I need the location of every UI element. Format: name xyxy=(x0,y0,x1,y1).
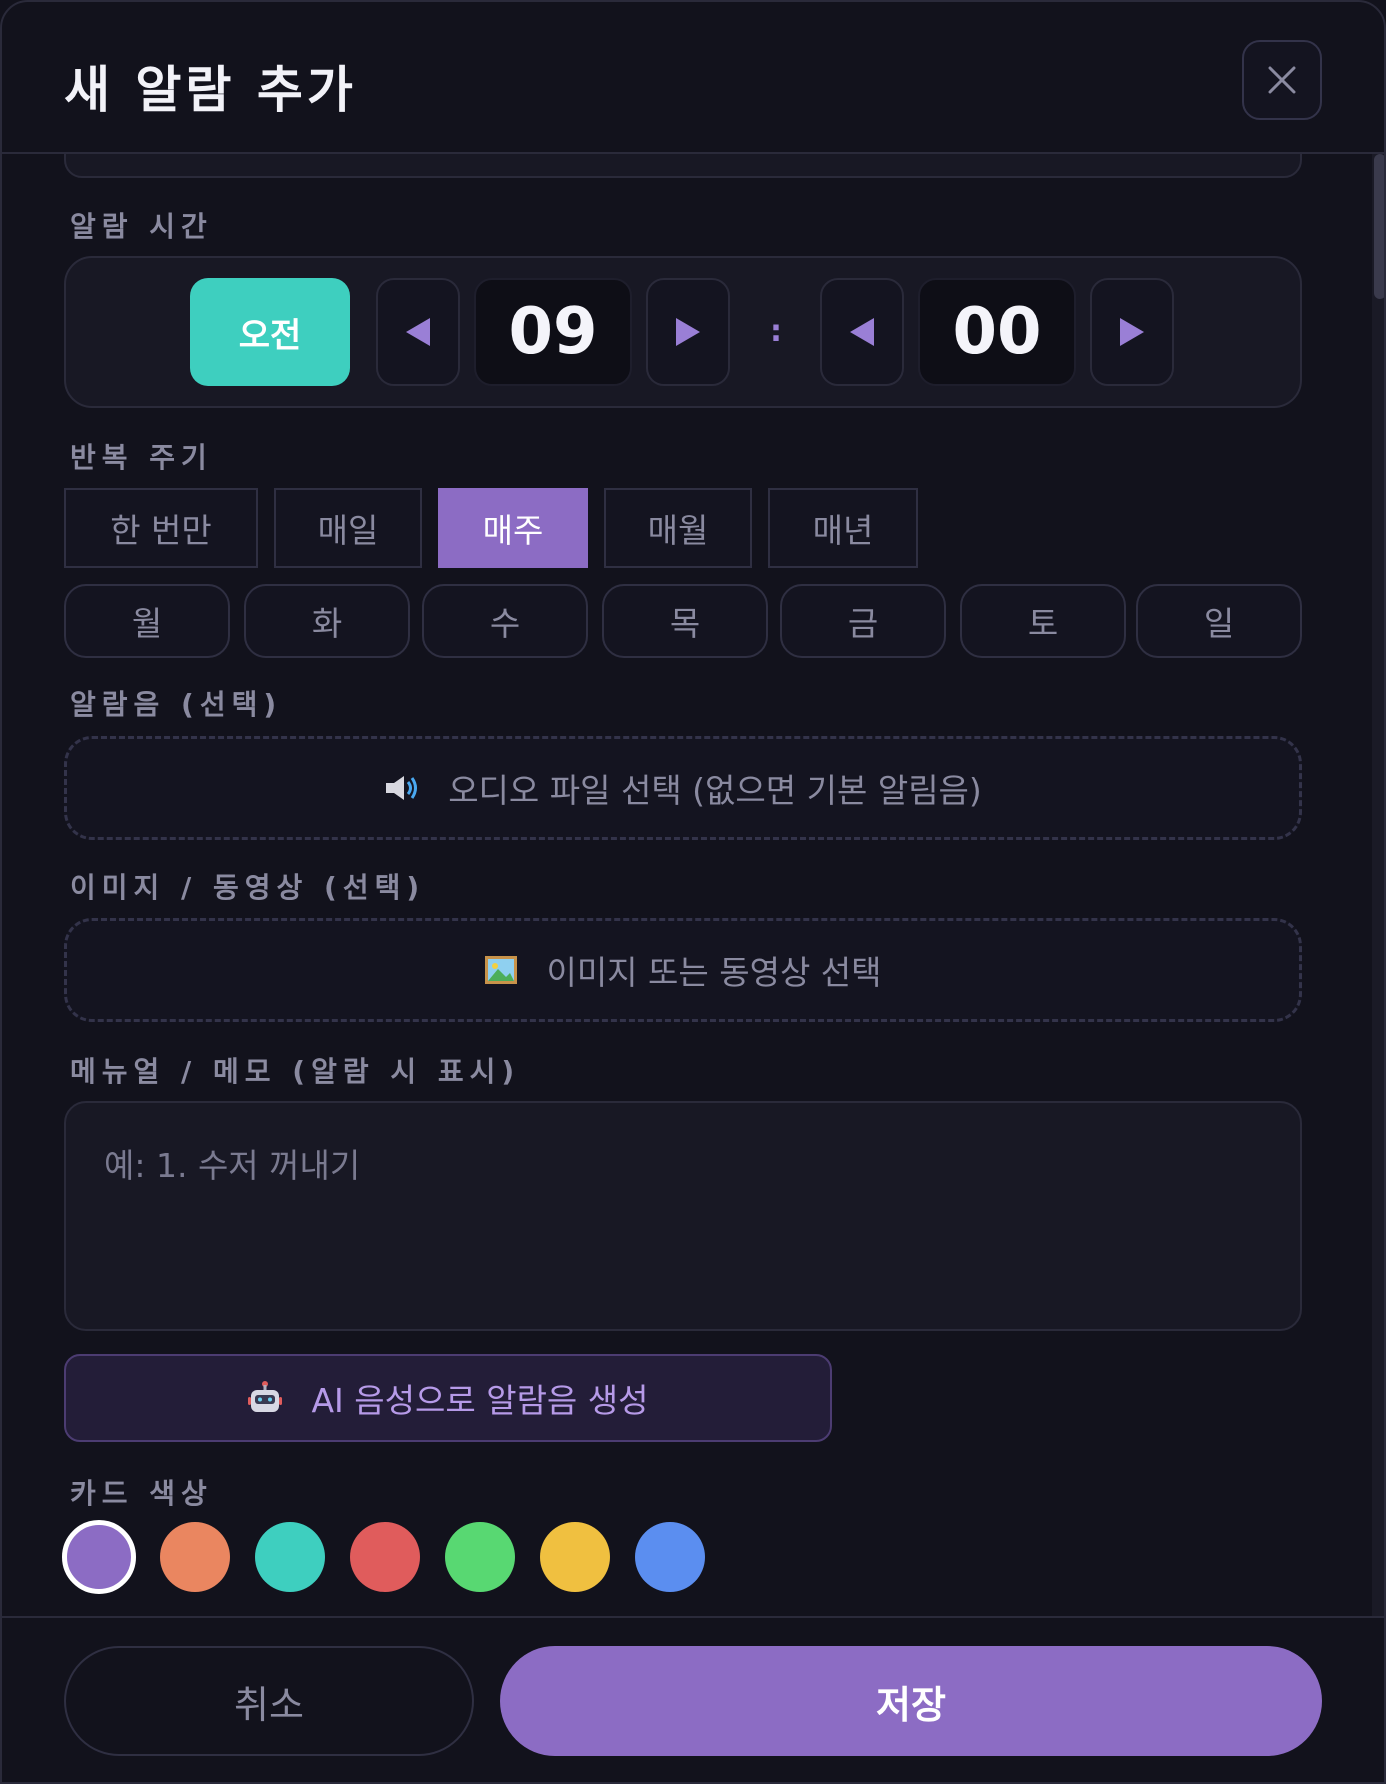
caret-right-icon xyxy=(1120,318,1144,346)
day-wednesday[interactable]: 수 xyxy=(422,584,588,658)
minute-increase-button[interactable] xyxy=(1090,278,1174,386)
hour-decrease-button[interactable] xyxy=(376,278,460,386)
hour-display: 09 xyxy=(474,278,632,386)
repeat-label: 반복 주기 xyxy=(70,441,213,474)
day-monday[interactable]: 월 xyxy=(64,584,230,658)
add-alarm-modal: 새 알람 추가 알람 시간 오전 09 : 00 반복 주기 한 번만 매일 매… xyxy=(0,0,1386,1784)
speaker-icon xyxy=(384,773,420,803)
media-select-button[interactable]: 이미지 또는 동영상 선택 xyxy=(64,918,1302,1022)
modal-title: 새 알람 추가 xyxy=(64,61,357,119)
day-friday[interactable]: 금 xyxy=(780,584,946,658)
color-swatch[interactable] xyxy=(62,1520,136,1594)
alarm-name-field[interactable] xyxy=(64,154,1302,178)
day-sunday[interactable]: 일 xyxy=(1136,584,1302,658)
minute-display: 00 xyxy=(918,278,1076,386)
scrollbar-thumb[interactable] xyxy=(1374,154,1384,299)
media-label: 이미지 / 동영상 (선택) xyxy=(70,871,426,904)
minute-decrease-button[interactable] xyxy=(820,278,904,386)
alarm-time-label: 알람 시간 xyxy=(70,210,213,243)
day-tuesday[interactable]: 화 xyxy=(244,584,410,658)
time-separator: : xyxy=(770,314,782,349)
caret-left-icon xyxy=(850,318,874,346)
robot-icon xyxy=(247,1380,283,1416)
color-swatch[interactable] xyxy=(160,1522,230,1592)
image-icon xyxy=(484,955,518,985)
memo-label: 메뉴얼 / 메모 (알람 시 표시) xyxy=(70,1055,521,1088)
color-swatch[interactable] xyxy=(445,1522,515,1592)
repeat-option-monthly[interactable]: 매월 xyxy=(604,488,752,568)
ai-voice-generate-label: AI 음성으로 알람음 생성 xyxy=(311,1381,649,1420)
audio-file-select-label: 오디오 파일 선택 (없으면 기본 알림음) xyxy=(448,771,982,810)
memo-textarea[interactable] xyxy=(64,1101,1302,1331)
audio-file-select-button[interactable]: 오디오 파일 선택 (없으면 기본 알림음) xyxy=(64,736,1302,840)
modal-header: 새 알람 추가 xyxy=(2,2,1384,154)
repeat-option-daily[interactable]: 매일 xyxy=(274,488,422,568)
close-button[interactable] xyxy=(1242,40,1322,120)
repeat-option-weekly[interactable]: 매주 xyxy=(438,488,588,568)
cancel-button[interactable]: 취소 xyxy=(64,1646,474,1756)
color-swatch[interactable] xyxy=(635,1522,705,1592)
repeat-option-yearly[interactable]: 매년 xyxy=(768,488,918,568)
color-swatch[interactable] xyxy=(255,1522,325,1592)
caret-right-icon xyxy=(676,318,700,346)
color-swatch[interactable] xyxy=(540,1522,610,1592)
card-color-label: 카드 색상 xyxy=(70,1477,213,1510)
close-icon xyxy=(1268,66,1296,94)
color-swatch[interactable] xyxy=(350,1522,420,1592)
save-button[interactable]: 저장 xyxy=(500,1646,1322,1756)
alarm-sound-label: 알람음 (선택) xyxy=(70,688,283,721)
hour-increase-button[interactable] xyxy=(646,278,730,386)
caret-left-icon xyxy=(406,318,430,346)
scrollbar-track[interactable] xyxy=(1372,154,1384,1616)
day-saturday[interactable]: 토 xyxy=(960,584,1126,658)
media-select-label: 이미지 또는 동영상 선택 xyxy=(546,953,882,992)
repeat-option-once[interactable]: 한 번만 xyxy=(64,488,258,568)
ai-voice-generate-button[interactable]: AI 음성으로 알람음 생성 xyxy=(64,1354,832,1442)
ampm-toggle[interactable]: 오전 xyxy=(190,278,350,386)
day-thursday[interactable]: 목 xyxy=(602,584,768,658)
